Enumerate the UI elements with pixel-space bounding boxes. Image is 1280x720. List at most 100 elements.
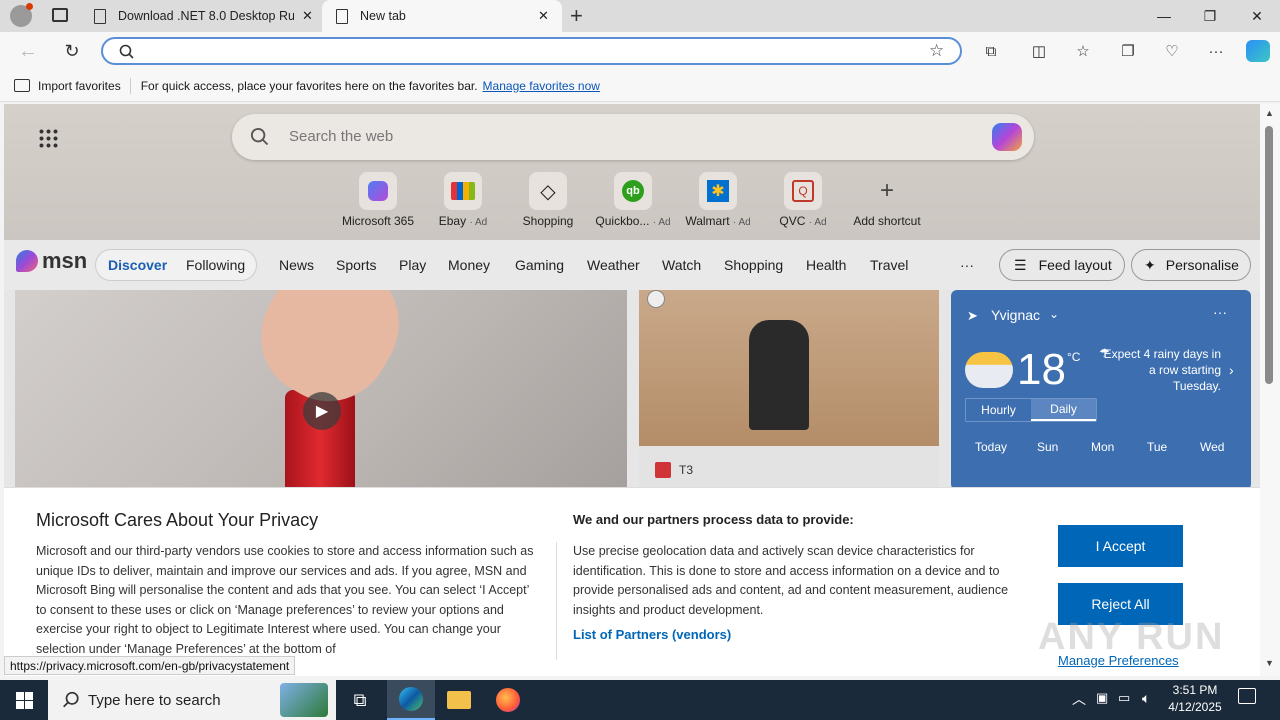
play-icon[interactable]: ▶ (303, 392, 341, 430)
nav-play[interactable]: Play (399, 257, 426, 273)
scroll-up-icon[interactable]: ▲ (1265, 108, 1274, 118)
close-tab-icon[interactable]: ✕ (302, 8, 313, 24)
divider (556, 542, 557, 660)
day-sun[interactable]: Sun (1037, 440, 1058, 454)
chevron-up-icon[interactable]: ︿ (1072, 689, 1086, 709)
tab-new-tab[interactable]: New tab ✕ (322, 0, 562, 32)
feed-layout-button[interactable]: ☰ Feed layout (999, 249, 1125, 281)
accept-button[interactable]: I Accept (1058, 525, 1183, 567)
firefox-icon[interactable] (484, 680, 532, 720)
personalise-button[interactable]: ✦ Personalise (1131, 249, 1251, 281)
chevron-down-icon[interactable]: ⌄ (1049, 307, 1059, 321)
browser-essentials-icon[interactable]: ♡ (1160, 40, 1184, 62)
import-favorites-icon[interactable] (14, 79, 30, 92)
address-bar[interactable]: ☆ (101, 37, 962, 65)
scroll-thumb[interactable] (1265, 126, 1273, 384)
new-tab-button[interactable]: + (570, 3, 583, 29)
article-card-image[interactable] (639, 290, 939, 446)
msn-logo[interactable]: msn (16, 248, 87, 274)
partners-link[interactable]: List of Partners (vendors) (573, 627, 731, 642)
nav-watch[interactable]: Watch (662, 257, 701, 273)
tab-dotnet[interactable]: Download .NET 8.0 Desktop Runt ✕ (84, 0, 320, 32)
file-explorer-icon[interactable] (435, 680, 483, 720)
weather-location[interactable]: Yvignac (991, 307, 1040, 323)
walmart-icon: ✱ (699, 172, 737, 210)
refresh-icon[interactable]: ↻ (60, 40, 84, 62)
tab-following[interactable]: Following (186, 257, 245, 273)
day-tue[interactable]: Tue (1147, 440, 1167, 454)
import-favorites-button[interactable]: Import favorites (38, 79, 121, 93)
close-window-button[interactable]: ✕ (1234, 0, 1280, 32)
extensions-icon[interactable]: ⧉ (979, 40, 1003, 62)
sparkle-icon: ✦ (1144, 256, 1156, 273)
ebay-icon (444, 172, 482, 210)
search-icon (63, 691, 79, 708)
status-url: https://privacy.microsoft.com/en-gb/priv… (4, 656, 296, 675)
clock-time: 3:51 PM (1172, 683, 1218, 697)
article-source: T3 (679, 463, 694, 477)
shortcut-qvc[interactable]: Q QVC · Ad (758, 172, 848, 228)
nav-news[interactable]: News (279, 257, 314, 273)
favorites-bar: Import favorites For quick access, place… (0, 70, 1280, 102)
video-card[interactable]: ▶ (15, 290, 627, 490)
toggle-daily[interactable]: Daily (1031, 399, 1096, 421)
nav-sports[interactable]: Sports (336, 257, 376, 273)
back-icon[interactable]: ← (16, 40, 40, 62)
favorites-icon[interactable]: ☆ (1071, 40, 1095, 62)
nav-money[interactable]: Money (448, 257, 490, 273)
profile-avatar[interactable] (10, 3, 33, 27)
collections-icon[interactable]: ❐ (1116, 40, 1140, 62)
network-icon[interactable]: ▭ (1118, 690, 1130, 706)
tab-discover[interactable]: Discover (108, 257, 167, 273)
clock[interactable]: 3:51 PM 4/12/2025 (1166, 682, 1224, 716)
shortcut-microsoft-365[interactable]: Microsoft 365 (333, 172, 423, 228)
nav-health[interactable]: Health (806, 257, 846, 273)
split-screen-icon[interactable]: ◫ (1027, 40, 1051, 62)
volume-icon[interactable]: 🔈︎ (1142, 690, 1150, 707)
search-icon (119, 44, 134, 59)
web-search-box[interactable]: Search the web (232, 114, 1034, 160)
nav-more[interactable]: ··· (960, 257, 974, 273)
scroll-down-icon[interactable]: ▼ (1265, 658, 1274, 668)
shortcut-walmart[interactable]: ✱ Walmart · Ad (673, 172, 763, 228)
day-wed[interactable]: Wed (1200, 440, 1224, 454)
minimize-button[interactable]: — (1141, 0, 1187, 32)
close-tab-icon[interactable]: ✕ (538, 8, 549, 24)
taskbar-search-box[interactable]: Type here to search (48, 680, 336, 720)
copilot-icon[interactable] (992, 123, 1022, 151)
nav-weather[interactable]: Weather (587, 257, 640, 273)
chevron-right-icon[interactable]: › (1229, 362, 1234, 378)
nav-gaming[interactable]: Gaming (515, 257, 564, 273)
m365-icon (359, 172, 397, 210)
web-search-placeholder: Search the web (289, 128, 394, 145)
quickbooks-icon: qb (614, 172, 652, 210)
weather-more-icon[interactable]: ··· (1213, 304, 1227, 320)
day-today[interactable]: Today (975, 440, 1007, 454)
weather-card[interactable]: ➤ Yvignac ⌄ ··· 18 °C ☂ Expect 4 rainy d… (951, 290, 1251, 490)
favorite-star-icon[interactable]: ☆ (929, 41, 944, 61)
task-view-icon[interactable]: ⧉ (336, 680, 384, 720)
nav-shopping[interactable]: Shopping (724, 257, 783, 273)
tab-actions-icon[interactable] (52, 8, 68, 22)
day-mon[interactable]: Mon (1091, 440, 1114, 454)
more-menu-icon[interactable]: ··· (1204, 40, 1228, 62)
notification-icon[interactable] (1238, 688, 1256, 704)
shortcut-shopping[interactable]: ◇ Shopping (503, 172, 593, 228)
nav-travel[interactable]: Travel (870, 257, 908, 273)
shortcut-ebay[interactable]: Ebay · Ad (418, 172, 508, 228)
start-button[interactable] (0, 680, 48, 720)
watermark: ANY RUN (1038, 616, 1225, 658)
restore-button[interactable]: ❐ (1187, 0, 1233, 32)
apps-launcher-icon[interactable] (38, 128, 58, 148)
manage-favorites-link[interactable]: Manage favorites now (483, 79, 600, 93)
device-icon[interactable]: ▣ (1096, 690, 1108, 706)
forecast-note[interactable]: Expect 4 rainy days in a row starting Tu… (1101, 346, 1221, 394)
shortcut-add[interactable]: + Add shortcut (842, 172, 932, 228)
toggle-hourly[interactable]: Hourly (966, 399, 1031, 421)
location-arrow-icon: ➤ (967, 308, 978, 323)
shortcut-quickbooks[interactable]: qb Quickbo... · Ad (588, 172, 678, 228)
weather-unit[interactable]: °C (1067, 350, 1080, 364)
page-scrollbar[interactable]: ▲ ▼ (1260, 104, 1280, 676)
copilot-icon[interactable] (1246, 40, 1270, 62)
edge-taskbar-icon[interactable] (387, 680, 435, 720)
